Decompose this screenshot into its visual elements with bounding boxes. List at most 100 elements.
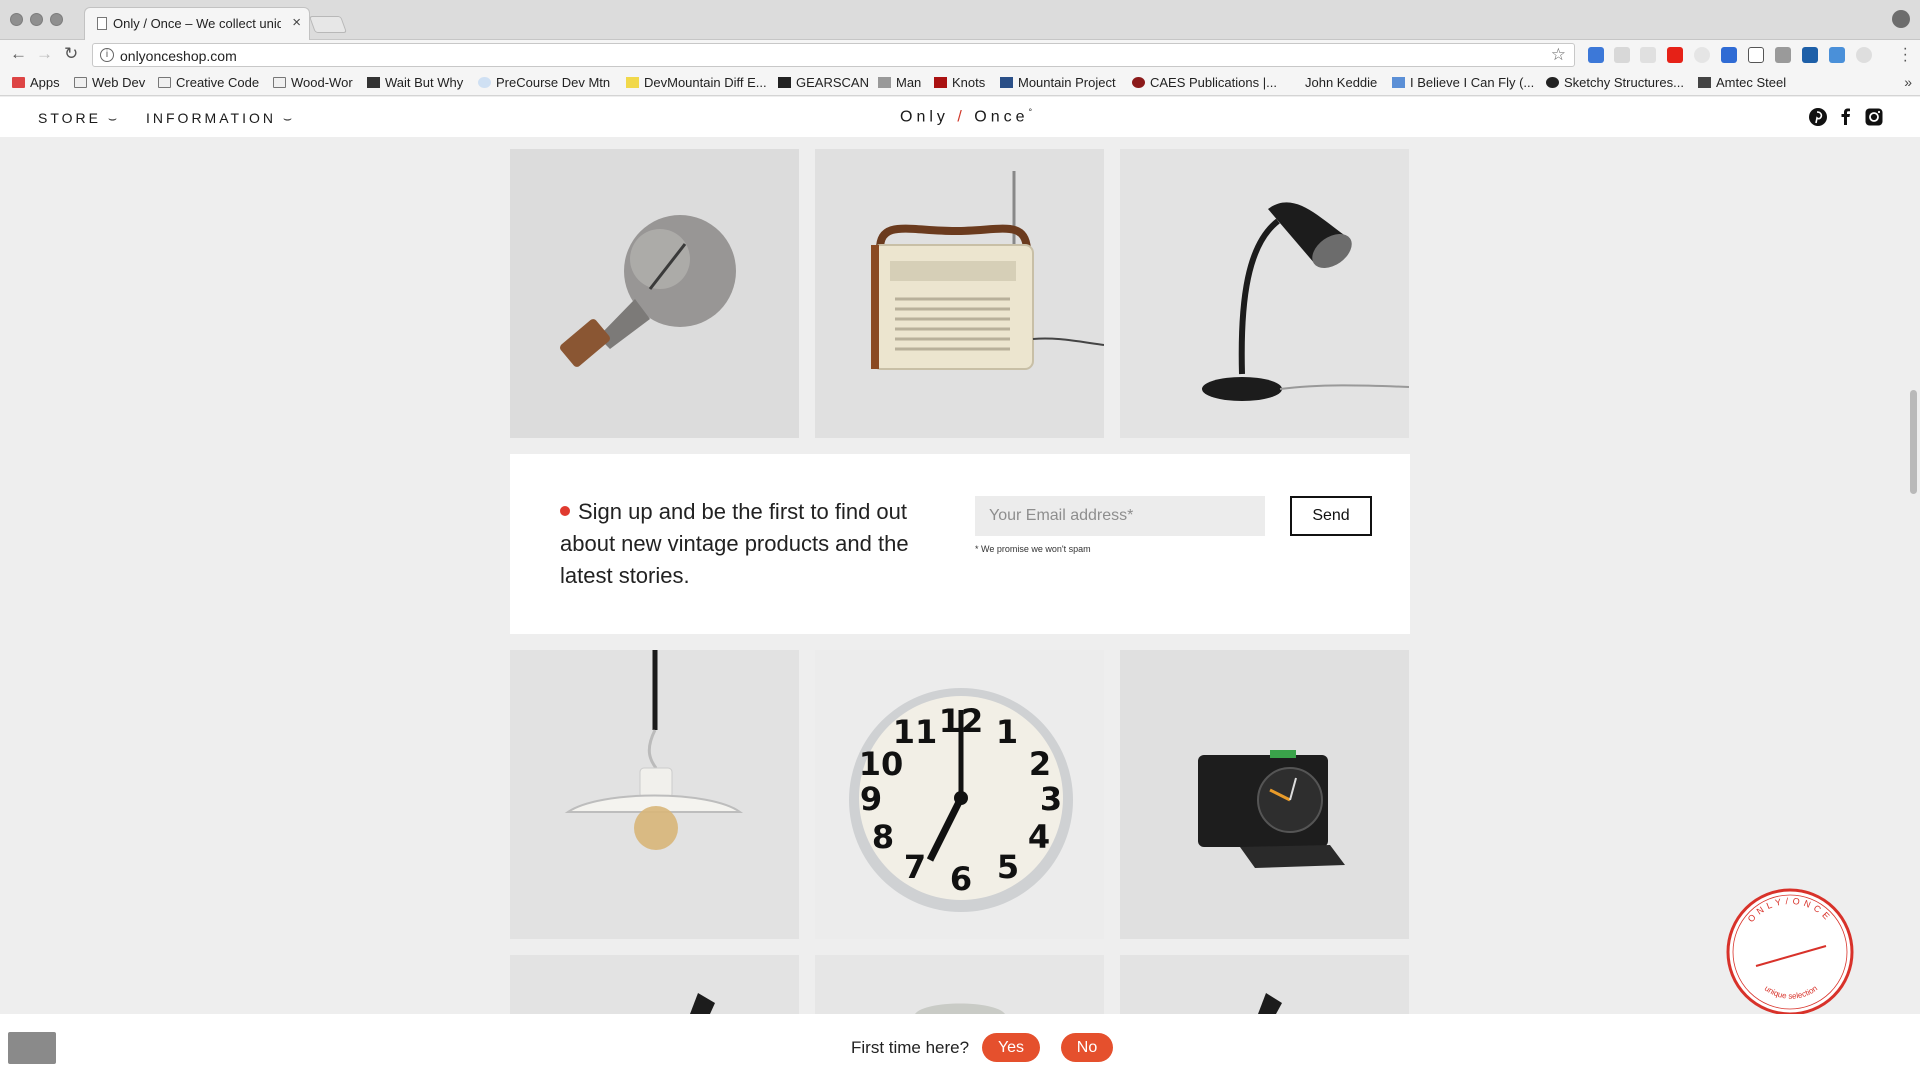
newsletter-signup: Sign up and be the first to find out abo… (510, 454, 1410, 634)
product-tile-desk-lamp[interactable] (1120, 149, 1409, 438)
page-scrollbar[interactable] (1910, 390, 1917, 494)
site-icon (1000, 77, 1013, 88)
logo-mark: ° (1028, 107, 1037, 117)
extension-icon[interactable] (1748, 47, 1764, 63)
product-tile-partial[interactable] (510, 955, 799, 1014)
svg-text:1: 1 (996, 713, 1018, 751)
bookmarks-overflow-icon[interactable]: » (1904, 74, 1912, 90)
extension-icon[interactable] (1829, 47, 1845, 63)
extension-icon[interactable] (1614, 47, 1630, 63)
product-tile-light-bulb[interactable] (510, 149, 799, 438)
extension-icon[interactable] (1588, 47, 1604, 63)
logo-only: Only (900, 108, 949, 126)
bookmark-folder[interactable]: Web Dev (74, 75, 145, 90)
facebook-icon[interactable] (1836, 107, 1856, 127)
tab-close-icon[interactable]: × (292, 14, 301, 31)
product-tile-wall-clock[interactable]: 1212 345 678 91011 (815, 650, 1104, 939)
extension-icon[interactable] (1856, 47, 1872, 63)
radio-image (815, 149, 1104, 438)
object-partial-image (815, 955, 1104, 1014)
send-button[interactable]: Send (1290, 496, 1372, 536)
site-icon (934, 77, 947, 88)
site-icon (626, 77, 639, 88)
forward-icon[interactable]: → (36, 44, 53, 64)
lamp-partial-image (1120, 955, 1409, 1014)
product-tile-radio[interactable] (815, 149, 1104, 438)
address-bar[interactable]: i onlyonceshop.com ☆ (92, 43, 1575, 67)
red-dot-icon (560, 506, 570, 516)
product-tile-pendant-lamp[interactable] (510, 650, 799, 939)
back-icon[interactable]: ← (10, 44, 27, 64)
bookmark-link[interactable]: CAES Publications |... (1132, 75, 1277, 90)
bookmark-link[interactable]: Knots (934, 75, 985, 90)
bookmark-link[interactable]: I Believe I Can Fly (... (1392, 75, 1534, 90)
site-icon (778, 77, 791, 88)
site-info-icon[interactable]: i (100, 48, 114, 62)
extension-icon[interactable] (1775, 47, 1791, 63)
extension-icon[interactable] (1721, 47, 1737, 63)
browser-menu-icon[interactable]: · · · (1903, 41, 1908, 69)
svg-text:8: 8 (872, 818, 894, 856)
bookmark-link[interactable]: GEARSCAN (778, 75, 869, 90)
reload-icon[interactable]: ↻ (64, 44, 78, 64)
extension-icon[interactable] (1802, 47, 1818, 63)
bookmark-link[interactable]: John Keddie (1305, 75, 1377, 90)
pinterest-icon[interactable] (1808, 107, 1828, 127)
extension-icon[interactable] (1694, 47, 1710, 63)
apps-grid-icon (12, 77, 25, 88)
site-icon (1698, 77, 1711, 88)
folder-icon (158, 77, 171, 88)
svg-text:5: 5 (997, 848, 1019, 886)
browser-tab-strip: Only / Once – We collect unique × (0, 0, 1920, 40)
only-once-stamp-icon[interactable]: ONLY/ONCE unique selection (1722, 884, 1858, 1020)
pendant-lamp-image (510, 650, 799, 939)
yes-button[interactable]: Yes (982, 1033, 1040, 1062)
site-icon (1132, 77, 1145, 88)
logo-once: Once (974, 108, 1029, 126)
product-tile-partial[interactable] (1120, 955, 1409, 1014)
bookmark-link[interactable]: Mountain Project (1000, 75, 1116, 90)
hotjar-logo-icon[interactable] (8, 1032, 56, 1064)
bookmark-link[interactable]: Amtec Steel (1698, 75, 1786, 90)
profile-icon[interactable] (1892, 10, 1910, 28)
bookmark-folder[interactable]: Wood-Wor (273, 75, 353, 90)
store-menu[interactable]: STORE ⌣ (38, 110, 120, 127)
information-menu[interactable]: INFORMATION ⌣ (146, 110, 295, 127)
extension-icon[interactable] (1640, 47, 1656, 63)
bookmark-apps[interactable]: Apps (12, 75, 60, 90)
bookmark-link[interactable]: PreCourse Dev Mtn (478, 75, 610, 90)
maximize-window-button[interactable] (50, 13, 63, 26)
no-button[interactable]: No (1061, 1033, 1113, 1062)
extension-icon[interactable] (1667, 47, 1683, 63)
bookmark-link[interactable]: Man (878, 75, 921, 90)
light-bulb-image (510, 149, 799, 438)
first-time-bar: First time here? Yes No (0, 1014, 1920, 1080)
url-text[interactable]: onlyonceshop.com (120, 48, 237, 64)
site-icon (367, 77, 380, 88)
site-icon (878, 77, 891, 88)
svg-text:9: 9 (860, 780, 882, 818)
minimize-window-button[interactable] (30, 13, 43, 26)
close-window-button[interactable] (10, 13, 23, 26)
email-field[interactable] (975, 496, 1265, 536)
first-time-question: First time here? (851, 1038, 970, 1057)
site-icon (478, 77, 491, 88)
site-logo[interactable]: Only / Once° (900, 107, 1036, 126)
svg-text:11: 11 (893, 713, 938, 751)
bookmark-star-icon[interactable]: ☆ (1551, 45, 1566, 65)
folder-icon (273, 77, 286, 88)
browser-tab-active[interactable]: Only / Once – We collect unique × (84, 7, 310, 40)
bookmark-link[interactable]: Wait But Why (367, 75, 463, 90)
instagram-icon[interactable] (1864, 107, 1884, 127)
svg-text:2: 2 (1029, 745, 1051, 783)
bookmark-link[interactable]: DevMountain Diff E... (626, 75, 767, 90)
desk-lamp-image (1120, 149, 1409, 438)
product-tile-alarm-clock[interactable] (1120, 650, 1409, 939)
bookmark-link[interactable]: Sketchy Structures... (1546, 75, 1684, 90)
browser-toolbar: ← → ↻ i onlyonceshop.com ☆ · · · (0, 40, 1920, 70)
site-icon (1546, 77, 1559, 88)
bookmark-folder[interactable]: Creative Code (158, 75, 259, 90)
product-tile-partial[interactable] (815, 955, 1104, 1014)
new-tab-button[interactable] (308, 16, 348, 33)
svg-text:3: 3 (1040, 780, 1062, 818)
